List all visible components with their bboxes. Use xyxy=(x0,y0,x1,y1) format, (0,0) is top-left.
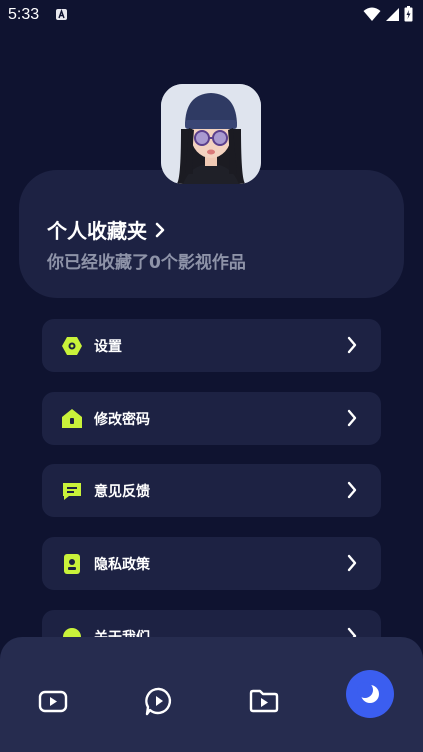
favorites-card[interactable]: 个人收藏夹 你已经收藏了0个影视作品 xyxy=(19,170,404,298)
chevron-right-icon xyxy=(155,222,165,237)
menu-item-settings[interactable]: 设置 xyxy=(42,319,381,372)
chevron-right-icon xyxy=(347,554,357,576)
tab-mine[interactable] xyxy=(346,670,394,718)
status-time: 5:33 xyxy=(8,6,40,23)
status-bar: 5:33 xyxy=(0,0,423,30)
lock-home-icon xyxy=(61,408,83,430)
folder-play-icon xyxy=(249,689,279,713)
gear-hexagon-icon xyxy=(61,335,83,357)
tab-library[interactable] xyxy=(247,684,281,718)
avatar[interactable] xyxy=(161,84,261,184)
video-play-icon xyxy=(38,690,68,713)
menu-item-change-password[interactable]: 修改密码 xyxy=(42,392,381,445)
menu-item-privacy-policy[interactable]: 隐私政策 xyxy=(42,537,381,590)
menu-item-feedback[interactable]: 意见反馈 xyxy=(42,464,381,517)
signal-icon xyxy=(385,7,400,26)
menu-label: 设置 xyxy=(94,339,122,355)
battery-charging-icon xyxy=(404,6,413,26)
favorites-count-text: 你已经收藏了0个影视作品 xyxy=(47,253,246,273)
moon-icon xyxy=(357,682,379,703)
menu-label: 隐私政策 xyxy=(94,557,150,573)
chevron-right-icon xyxy=(347,336,357,358)
menu-label: 修改密码 xyxy=(94,412,150,428)
status-icons xyxy=(363,6,413,26)
favorites-title: 个人收藏夹 xyxy=(47,219,147,243)
privacy-doc-icon xyxy=(61,553,83,575)
message-icon xyxy=(61,480,83,502)
wifi-icon xyxy=(363,7,381,26)
notification-a-icon xyxy=(56,9,67,20)
bottom-tab-bar xyxy=(0,637,423,752)
chat-play-icon xyxy=(145,687,172,716)
avatar-image xyxy=(161,84,261,184)
chevron-right-icon xyxy=(347,409,357,431)
tab-discover[interactable] xyxy=(142,684,176,718)
menu-label: 意见反馈 xyxy=(94,484,150,500)
tab-home[interactable] xyxy=(36,684,70,718)
chevron-right-icon xyxy=(347,481,357,503)
favorites-title-row[interactable]: 个人收藏夹 xyxy=(47,215,165,244)
